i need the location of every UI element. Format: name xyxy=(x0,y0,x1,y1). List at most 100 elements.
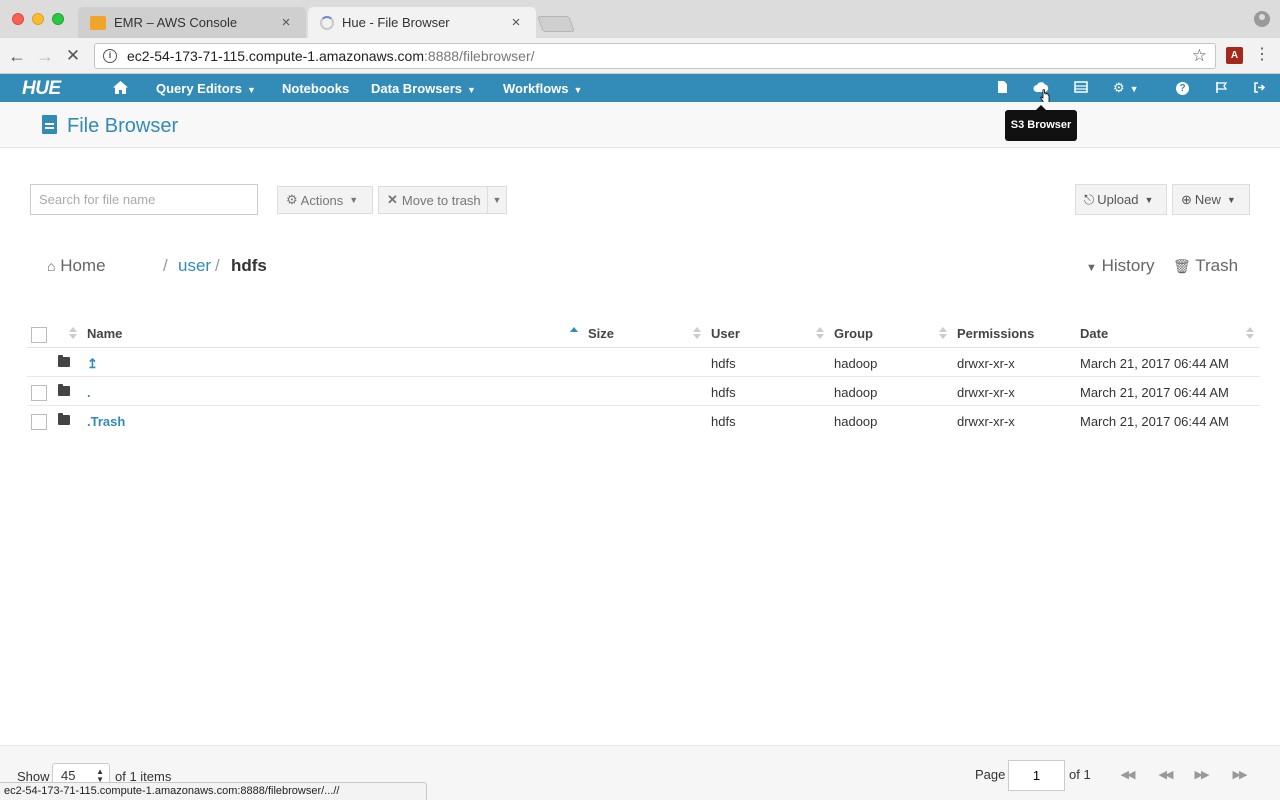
arrow-circle-up-icon: ⎋ xyxy=(1084,191,1095,207)
row-checkbox[interactable] xyxy=(31,414,47,430)
move-to-trash-button[interactable]: ✕ Move to trash xyxy=(378,186,488,214)
breadcrumb-user[interactable]: user xyxy=(178,256,211,276)
column-header-size[interactable]: Size xyxy=(588,326,614,341)
previous-page-icon[interactable]: ◀◀ xyxy=(1151,764,1179,786)
sort-icon[interactable] xyxy=(693,327,701,339)
first-page-icon[interactable]: ◀◀ xyxy=(1113,764,1141,786)
nav-query-editors[interactable]: Query Editors ▼ xyxy=(156,81,256,96)
column-header-date[interactable]: Date xyxy=(1080,326,1108,341)
page-size-value: 45 xyxy=(61,768,76,783)
forward-arrow-icon[interactable]: → xyxy=(34,45,56,67)
history-link[interactable]: ▼ History xyxy=(1086,256,1155,276)
file-icon xyxy=(42,115,57,134)
breadcrumb-home-label: Home xyxy=(60,256,106,275)
page-number-input[interactable] xyxy=(1008,760,1065,791)
table-header: Name Size User Group Permissions Date xyxy=(27,318,1260,348)
tab-close-icon[interactable]: × xyxy=(508,14,524,31)
row-checkbox[interactable] xyxy=(31,385,47,401)
browser-tab-hue[interactable]: Hue - File Browser × xyxy=(308,7,536,38)
nav-data-browsers[interactable]: Data Browsers ▼ xyxy=(371,81,476,96)
upload-button[interactable]: ⎋ Upload ▼ xyxy=(1075,184,1167,215)
actions-label: Actions xyxy=(300,192,344,208)
page-header: File Browser xyxy=(0,102,1280,148)
url-path: :8888/filebrowser/ xyxy=(424,48,535,64)
sort-ascending-icon[interactable] xyxy=(570,327,578,339)
table-row[interactable]: ↥ hdfs hadoop drwxr-xr-x March 21, 2017 … xyxy=(27,348,1260,377)
folder-icon xyxy=(58,384,70,396)
file-browser-icon[interactable] xyxy=(997,80,1008,94)
actions-button[interactable]: ⚙ Actions ▼ xyxy=(277,186,373,214)
window-maximize-button[interactable] xyxy=(52,13,64,25)
hue-logo[interactable]: HUE xyxy=(22,78,61,100)
window-close-button[interactable] xyxy=(12,13,24,25)
home-icon: ⌂ xyxy=(47,258,56,274)
help-icon[interactable]: ? xyxy=(1176,82,1189,95)
info-icon[interactable]: i xyxy=(103,49,117,63)
last-page-icon[interactable]: ▶▶ xyxy=(1225,764,1253,786)
file-permissions: drwxr-xr-x xyxy=(957,356,1015,371)
browser-tab-emr[interactable]: EMR – AWS Console × xyxy=(78,7,306,38)
sort-icon[interactable] xyxy=(939,327,947,339)
table-row[interactable]: . hdfs hadoop drwxr-xr-x March 21, 2017 … xyxy=(27,377,1260,406)
trash-link[interactable]: 🗑 Trash xyxy=(1173,256,1238,276)
bookmark-star-icon[interactable]: ☆ xyxy=(1192,46,1207,66)
hue-navbar: HUE Query Editors ▼ Notebooks Data Browse… xyxy=(0,74,1280,102)
file-user: hdfs xyxy=(711,356,736,371)
file-name-link[interactable]: ↥ xyxy=(87,356,98,372)
browser-tab-strip: EMR – AWS Console × Hue - File Browser × xyxy=(0,0,1280,38)
file-name-link[interactable]: . xyxy=(87,385,91,400)
search-input[interactable] xyxy=(30,184,258,215)
window-minimize-button[interactable] xyxy=(32,13,44,25)
browser-menu-icon[interactable]: ⋮ xyxy=(1254,47,1270,63)
new-tab-button[interactable] xyxy=(537,16,575,32)
sort-icon[interactable] xyxy=(816,327,824,339)
profile-icon[interactable] xyxy=(1254,11,1270,27)
loading-spinner-icon xyxy=(320,15,334,30)
nav-notebooks[interactable]: Notebooks xyxy=(282,81,349,96)
column-header-user[interactable]: User xyxy=(711,326,740,341)
nav-label: Workflows xyxy=(503,81,569,96)
table-row[interactable]: .Trash hdfs hadoop drwxr-xr-x March 21, … xyxy=(27,406,1260,435)
browser-toolbar: ← → ✕ i ec2-54-173-71-115.compute-1.amaz… xyxy=(0,38,1280,74)
file-date: March 21, 2017 06:44 AM xyxy=(1080,385,1229,400)
tab-close-icon[interactable]: × xyxy=(278,14,294,31)
back-arrow-icon[interactable]: ← xyxy=(6,45,28,67)
pdf-extension-icon[interactable]: A xyxy=(1226,47,1243,64)
file-name-link[interactable]: .Trash xyxy=(87,414,125,429)
chevron-down-icon: ▼ xyxy=(246,85,256,95)
sort-icon[interactable] xyxy=(69,327,77,339)
chevron-down-icon: ▼ xyxy=(573,85,583,95)
sign-out-icon[interactable] xyxy=(1253,81,1266,94)
nav-label: Query Editors xyxy=(156,81,242,96)
home-icon[interactable] xyxy=(112,80,129,95)
column-header-name[interactable]: Name xyxy=(87,326,122,341)
sort-icon[interactable] xyxy=(1246,327,1254,339)
file-user: hdfs xyxy=(711,385,736,400)
nav-workflows[interactable]: Workflows ▼ xyxy=(503,81,582,96)
breadcrumb-home[interactable]: ⌂ Home xyxy=(47,256,106,276)
next-page-icon[interactable]: ▶▶ xyxy=(1187,764,1215,786)
table-browser-icon[interactable] xyxy=(1074,81,1088,93)
tab-title: Hue - File Browser xyxy=(342,15,450,30)
file-group: hadoop xyxy=(834,356,878,371)
stop-loading-icon[interactable]: ✕ xyxy=(62,45,84,67)
caret-down-icon: ▼ xyxy=(1086,262,1097,274)
cogs-icon[interactable]: ⚙ ▼ xyxy=(1113,80,1139,97)
file-group: hadoop xyxy=(834,385,878,400)
history-label: History xyxy=(1101,256,1155,275)
column-header-permissions[interactable]: Permissions xyxy=(957,326,1034,341)
close-icon: ✕ xyxy=(387,192,398,207)
aws-favicon-icon xyxy=(90,15,106,30)
tab-title: EMR – AWS Console xyxy=(114,15,238,30)
column-header-group[interactable]: Group xyxy=(834,326,873,341)
flag-icon[interactable] xyxy=(1215,81,1228,94)
breadcrumb-current[interactable]: hdfs xyxy=(231,256,267,276)
nav-label: Notebooks xyxy=(282,81,350,96)
move-to-trash-label: Move to trash xyxy=(401,192,481,208)
select-all-checkbox[interactable] xyxy=(31,327,47,343)
chevron-down-icon: ▼ xyxy=(1129,84,1139,94)
chevron-down-icon: ▼ xyxy=(349,195,359,205)
trash-dropdown-toggle[interactable]: ▼ xyxy=(487,186,507,214)
new-button[interactable]: ⊕ New ▼ xyxy=(1172,184,1250,215)
address-bar[interactable]: i ec2-54-173-71-115.compute-1.amazonaws.… xyxy=(94,43,1216,69)
